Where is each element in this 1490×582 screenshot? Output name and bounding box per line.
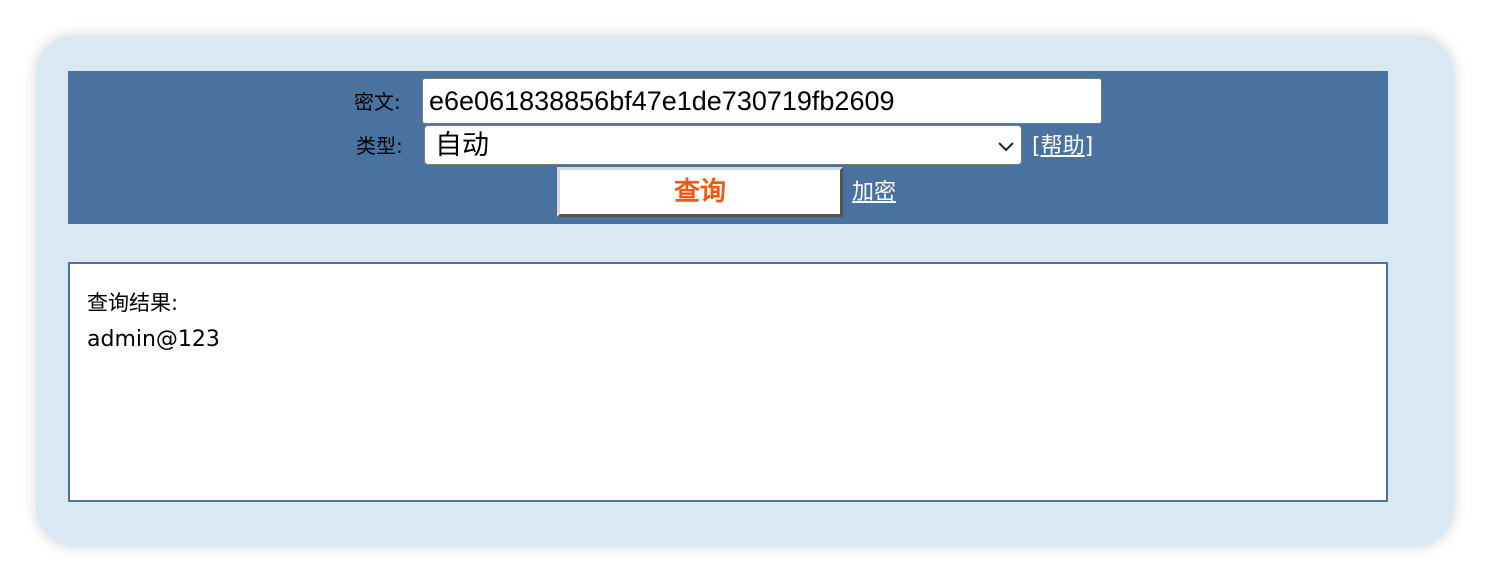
encrypt-link[interactable]: 加密 [852, 180, 896, 206]
help-link-wrapper: [帮助] [1032, 134, 1093, 160]
help-bracket-open: [ [1032, 134, 1041, 159]
type-select-value: 自动 [435, 130, 489, 161]
query-button[interactable]: 查询 [557, 167, 843, 217]
result-label: 查询结果: [87, 291, 179, 315]
query-form-panel: 密文: 类型: 自动 [帮助] 查询 加密 [68, 71, 1388, 224]
result-panel: 查询结果: admin@123 [68, 262, 1388, 502]
result-value: admin@123 [87, 327, 220, 352]
type-select[interactable]: 自动 [424, 125, 1022, 165]
cipher-label: 密文: [354, 90, 401, 114]
type-label: 类型: [356, 134, 403, 158]
help-link[interactable]: 帮助 [1041, 134, 1085, 159]
app-window: 密文: 类型: 自动 [帮助] 查询 加密 查询结果: admin@123 [36, 36, 1454, 546]
help-bracket-close: ] [1084, 134, 1094, 159]
chevron-down-icon [997, 137, 1015, 155]
cipher-input[interactable] [422, 78, 1102, 124]
